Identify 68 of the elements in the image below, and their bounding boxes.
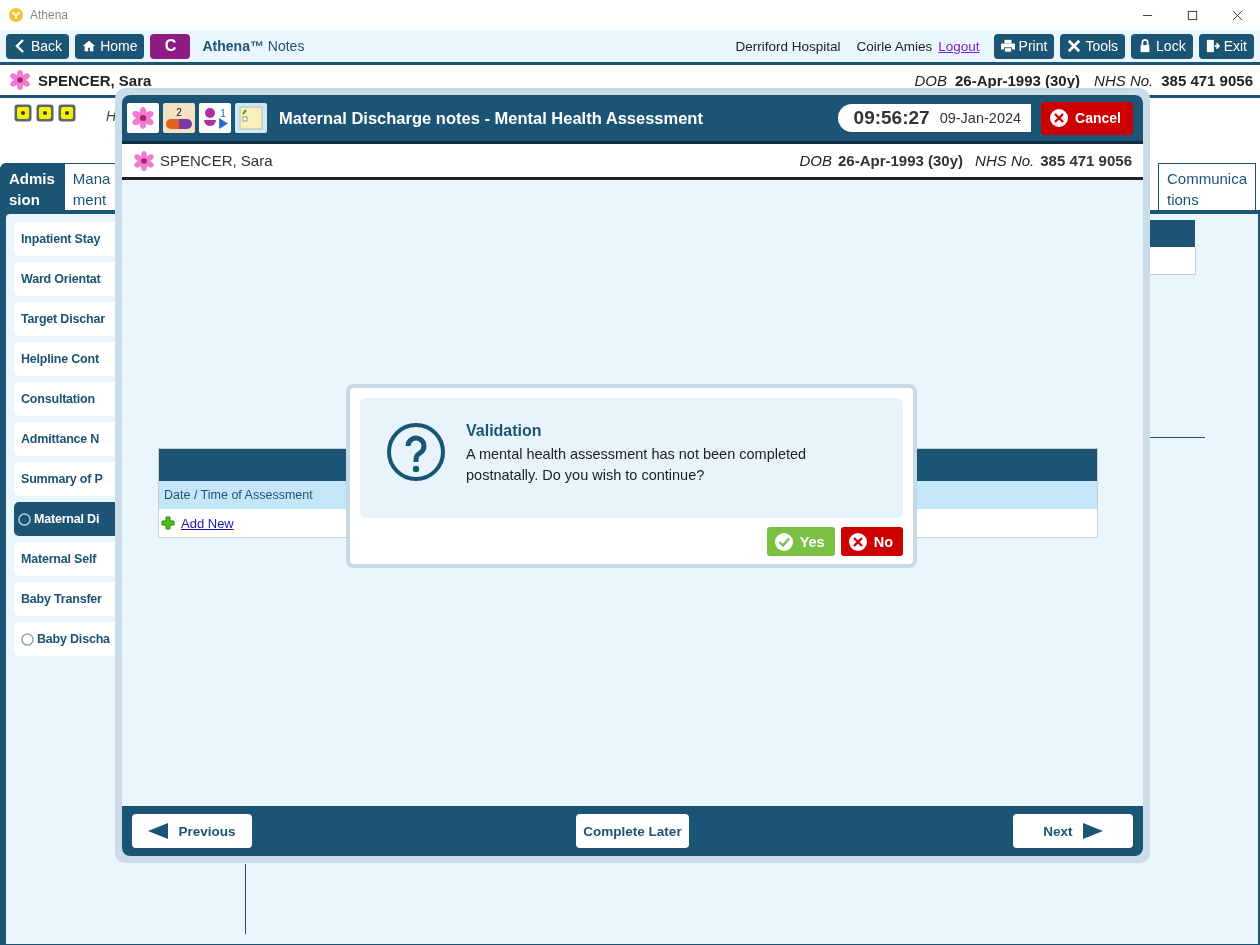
dob-value: 26-Apr-1993 (30y) [838,152,964,169]
chevron-left-icon [13,39,27,53]
radio-icon [21,632,34,646]
tab[interactable]: Communica tions [1157,163,1256,210]
close-icon[interactable] [1232,9,1243,21]
nav-item[interactable]: Admittance N [14,422,115,456]
add-new-link[interactable]: Add New [181,515,234,531]
print-button[interactable]: Print [993,33,1055,59]
medication-button[interactable]: 2 [163,103,195,133]
home-button[interactable]: Home [75,33,145,59]
triangle-left-icon [148,823,169,839]
logout-link[interactable]: Logout [938,38,980,54]
exit-button[interactable]: Exit [1198,33,1254,59]
house-icon [82,39,97,53]
dob-label: DOB [914,71,947,89]
exit-icon [1205,39,1220,53]
back-button[interactable]: Back [6,33,70,59]
user-name: Coirle Amies [856,38,933,54]
nhs-value: 385 471 9056 [1040,152,1132,169]
nav-item[interactable]: Ward Orientat [14,262,115,296]
cancel-button[interactable]: Cancel [1041,101,1133,135]
no-button[interactable]: No [840,527,903,556]
nhs-value: 385 471 9056 [1161,71,1253,89]
previous-button[interactable]: Previous [132,814,252,848]
lock-button[interactable]: Lock [1131,33,1193,59]
app-logo-icon [8,7,24,23]
window-title: Athena [30,8,69,22]
complete-later-button[interactable]: Complete Later [576,814,689,848]
person-icon [202,107,217,129]
add-icon[interactable] [161,516,175,530]
nav-item[interactable]: Helpline Cont [14,342,115,376]
maximize-icon[interactable] [1187,9,1198,21]
nav-item[interactable]: Maternal Self [14,542,115,576]
patient-name: SPENCER, Sara [38,71,152,89]
tab[interactable]: Admis sion [0,163,64,210]
clock-display: 09:56:27 09-Jan-2024 [837,104,1032,132]
flower-icon [134,150,154,171]
patient-name: SPENCER, Sara [160,152,273,169]
c-button[interactable]: C [150,33,191,59]
flower-icon[interactable] [127,103,159,133]
triangle-right-icon [1082,823,1103,839]
dob-label: DOB [799,152,832,169]
nav-item[interactable]: Baby Transfer [14,582,115,616]
nav-item[interactable]: Baby Discha [14,622,115,656]
flower-icon [10,70,30,90]
dob-value: 26-Apr-1993 (30y) [955,71,1081,89]
hospital-name: Derriford Hospital [735,38,841,54]
nhs-label: NHS No. [1094,71,1154,89]
dialog-title: Maternal Discharge notes - Mental Health Assessment [279,108,703,128]
nav-item[interactable]: Target Dischar [14,302,115,336]
nav-item[interactable]: Inpatient Stay [14,222,115,256]
nav-item[interactable]: Summary of P [14,462,115,496]
tools-button[interactable]: Tools [1060,33,1126,59]
question-icon [386,422,446,482]
nav-item[interactable]: Maternal Di [14,502,115,536]
nav-item[interactable]: Consultation [14,382,115,416]
nhs-label: NHS No. [975,152,1035,169]
baby-button[interactable]: 1 [199,103,231,133]
play-icon [218,117,228,129]
radio-icon [18,512,31,526]
printer-icon [1000,39,1015,53]
validation-title: Validation [466,422,543,440]
app-name: Athena™ Notes [202,38,305,54]
check-icon [773,531,794,552]
pill-icon [166,118,192,129]
close-icon [1049,108,1070,128]
close-icon [847,531,868,552]
next-button[interactable]: Next [1013,814,1133,848]
